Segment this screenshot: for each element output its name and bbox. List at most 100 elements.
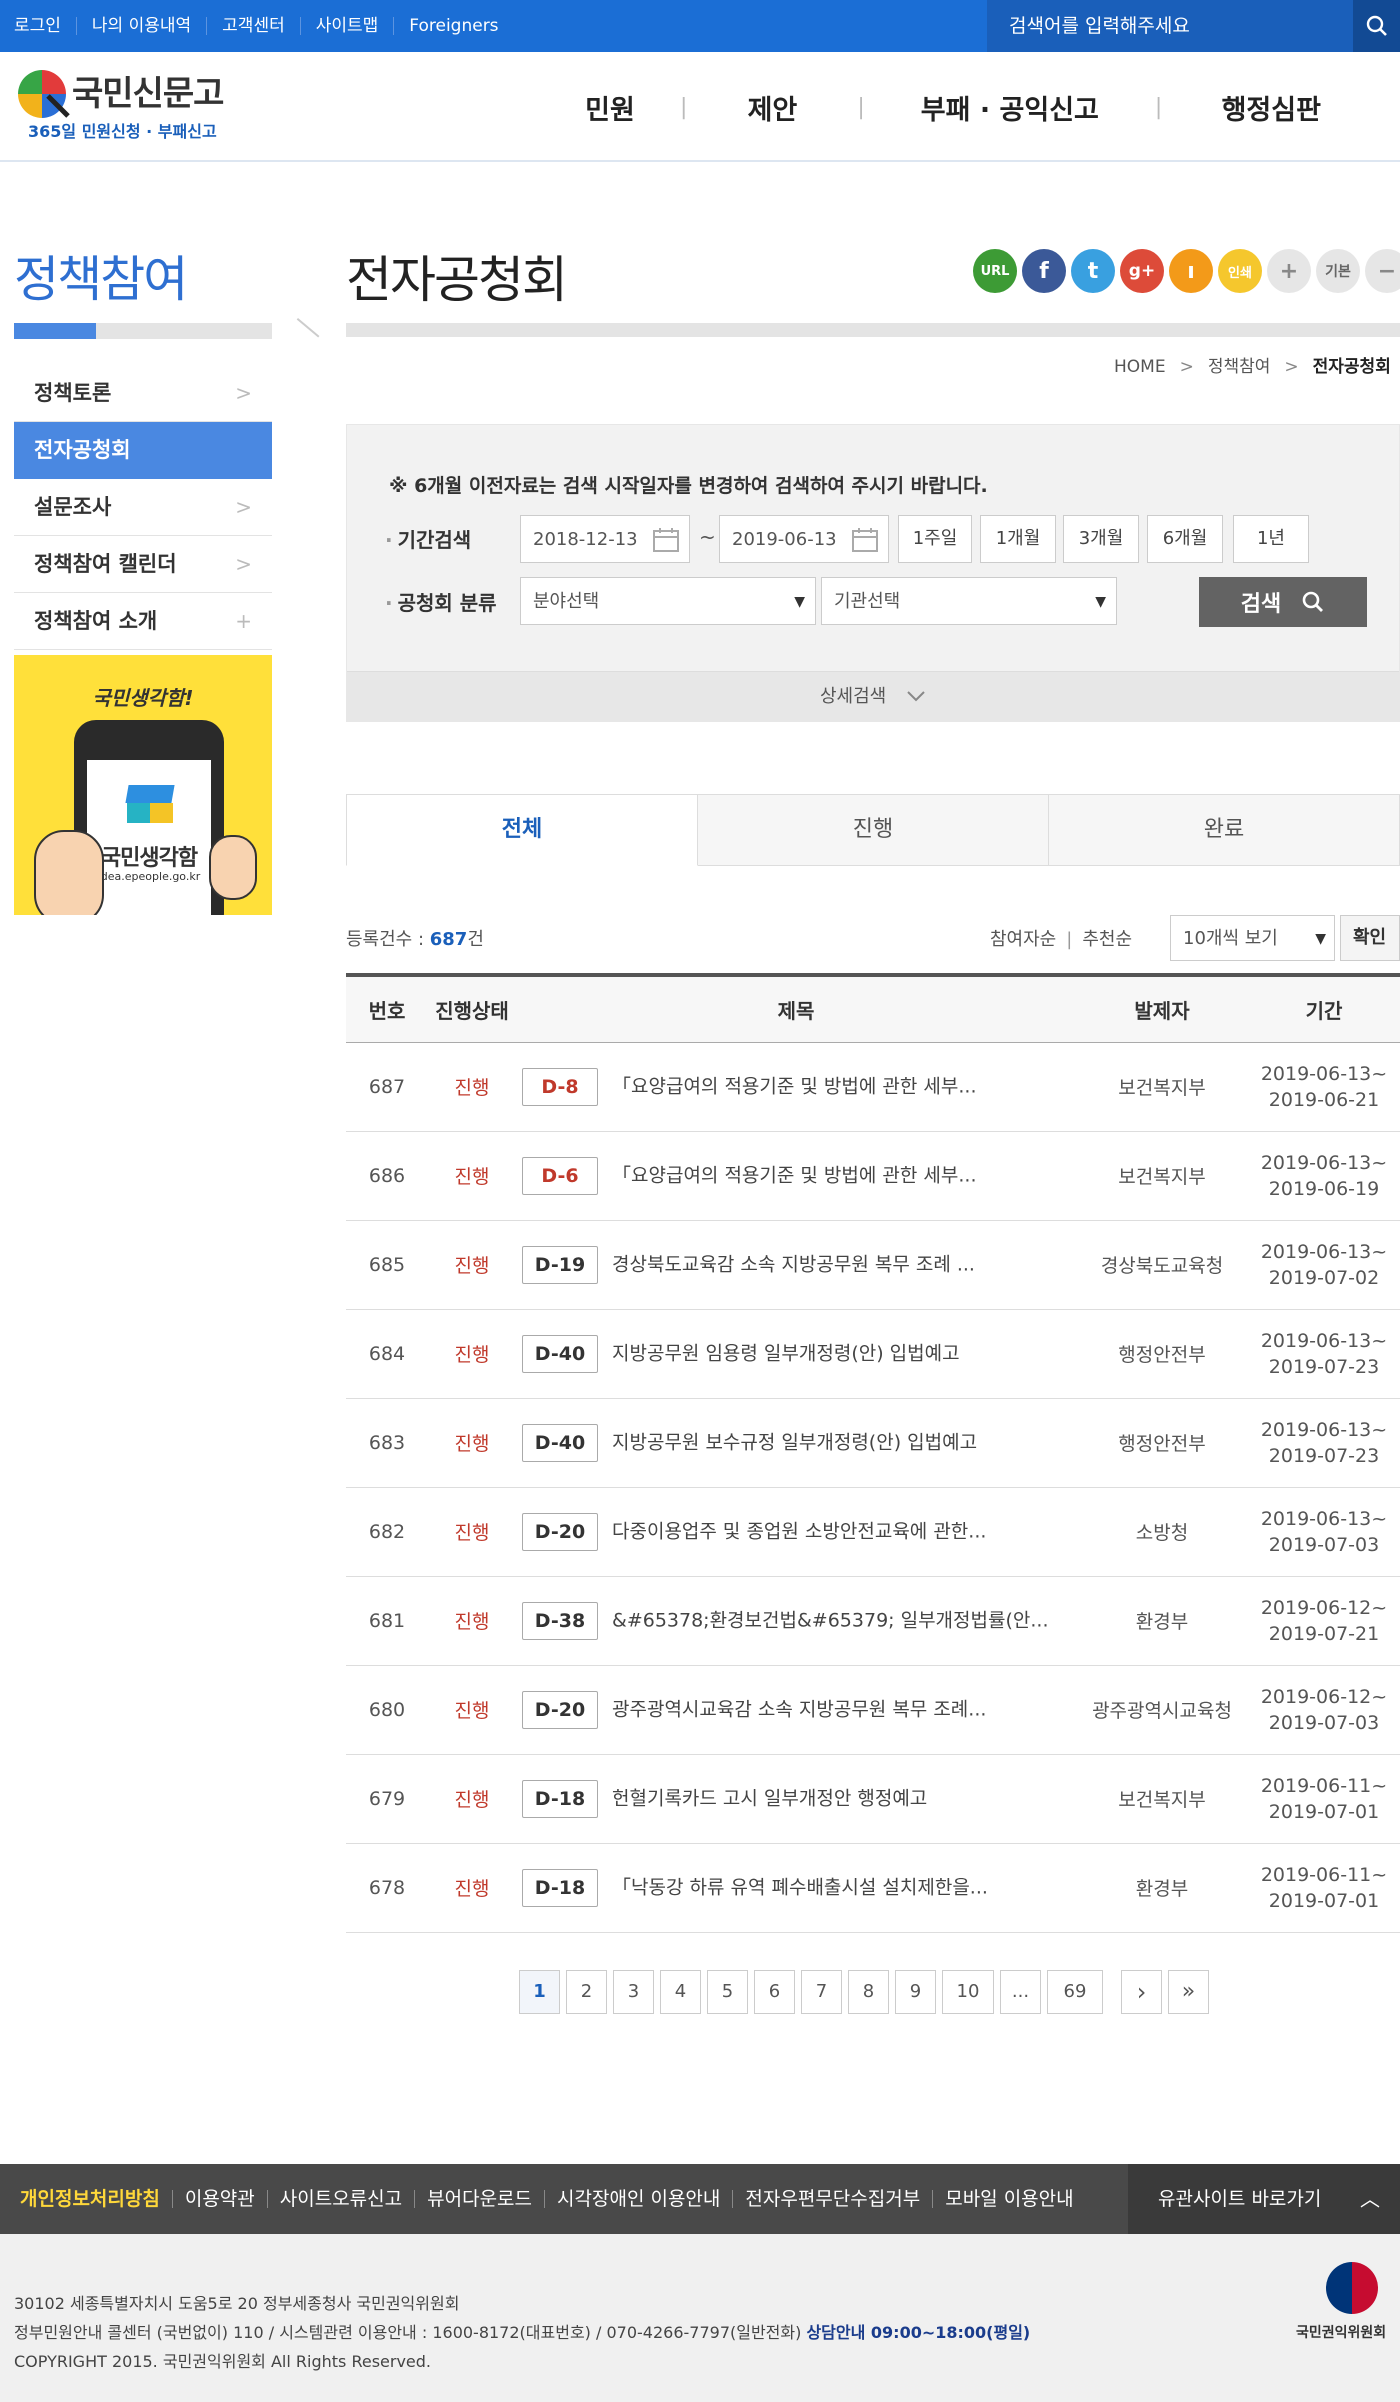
lnb-item-policy-debate[interactable]: 정책토론 > xyxy=(14,365,272,422)
footer-link-viewer[interactable]: 뷰어다운로드 xyxy=(414,2190,544,2209)
row-title-link[interactable]: 「낙동강 하류 유역 폐수배출시설 설치제한을... xyxy=(612,1876,988,1898)
row-title-link[interactable]: 지방공무원 보수규정 일부개정령(안) 입법예고 xyxy=(612,1431,977,1453)
date-to-input[interactable]: 2019-06-13 xyxy=(719,515,889,563)
zoom-in-icon[interactable]: + xyxy=(1267,249,1311,293)
footer-link-error-report[interactable]: 사이트오류신고 xyxy=(266,2190,414,2209)
lnb-item-intro[interactable]: 정책참여 소개 + xyxy=(14,593,272,650)
period-3month-button[interactable]: 3개월 xyxy=(1063,515,1139,563)
row-title-link[interactable]: 헌혈기록카드 고시 일부개정안 행정예고 xyxy=(612,1787,927,1809)
row-title-link[interactable]: 경상북도교육감 소속 지방공무원 복무 조례 ... xyxy=(612,1253,975,1275)
nav-item-civil[interactable]: 민원 xyxy=(540,88,680,127)
breadcrumb-policy[interactable]: 정책참여 xyxy=(1208,357,1271,377)
row-title-link[interactable]: &#65378;환경보건법&#65379; 일부개정법률(안... xyxy=(612,1609,1049,1631)
foreigners-link[interactable]: Foreigners xyxy=(393,17,513,35)
page-link-last[interactable]: 69 xyxy=(1047,1970,1103,2014)
print-icon[interactable]: 인쇄 xyxy=(1218,249,1262,293)
tab-in-progress[interactable]: 진행 xyxy=(698,794,1049,866)
row-title-link[interactable]: 「요양급여의 적용기준 및 방법에 관한 세부... xyxy=(612,1075,976,1097)
tab-all[interactable]: 전체 xyxy=(346,794,698,866)
global-search-input[interactable]: 검색어를 입력해주세요 xyxy=(987,0,1353,52)
footer-link-privacy[interactable]: 개인정보처리방침 xyxy=(20,2190,172,2209)
nav-item-corruption-report[interactable]: 부패 · 공익신고 xyxy=(865,88,1155,127)
last-page-button[interactable]: » xyxy=(1168,1970,1209,2014)
row-title-cell[interactable]: D-8 「요양급여의 적용기준 및 방법에 관한 세부... xyxy=(516,1042,1076,1132)
period-1month-button[interactable]: 1개월 xyxy=(980,515,1056,563)
footer-link-accessibility[interactable]: 시각장애인 이용안내 xyxy=(544,2190,732,2209)
table-row[interactable]: 686 진행 D-6 「요양급여의 적용기준 및 방법에 관한 세부... 보건복지부 2… xyxy=(346,1131,1400,1221)
footer-link-terms[interactable]: 이용약관 xyxy=(171,2190,267,2209)
google-plus-icon[interactable]: g+ xyxy=(1120,249,1164,293)
idea-banner[interactable]: 국민생각함! 국민생각함 idea.epeople.go.kr xyxy=(14,655,272,915)
table-row[interactable]: 679 진행 D-18 헌혈기록카드 고시 일부개정안 행정예고 보건복지부 2019-0… xyxy=(346,1754,1400,1844)
page-link[interactable]: 2 xyxy=(566,1970,607,2014)
table-row[interactable]: 682 진행 D-20 다중이용업주 및 종업원 소방안전교육에 관한... 소방청 20… xyxy=(346,1487,1400,1577)
row-title-cell[interactable]: D-20 다중이용업주 및 종업원 소방안전교육에 관한... xyxy=(516,1487,1076,1577)
date-from-input[interactable]: 2018-12-13 xyxy=(520,515,690,563)
page-size-select[interactable]: 10개씩 보기 ▼ xyxy=(1170,915,1335,961)
page-link[interactable]: 5 xyxy=(707,1970,748,2014)
footer-link-mobile[interactable]: 모바일 이용안내 xyxy=(932,2190,1085,2209)
agency-select[interactable]: 기관선택 ▼ xyxy=(821,577,1117,625)
page-link[interactable]: 3 xyxy=(613,1970,654,2014)
page-link[interactable]: 7 xyxy=(801,1970,842,2014)
period-1year-button[interactable]: 1년 xyxy=(1233,515,1309,563)
site-logo[interactable]: 국민신문고 365일 민원신청 · 부패신고 xyxy=(14,66,244,148)
nav-item-proposal[interactable]: 제안 xyxy=(687,88,857,127)
table-row[interactable]: 685 진행 D-19 경상북도교육감 소속 지방공무원 복무 조례 ... 경상북도교… xyxy=(346,1220,1400,1310)
page-link-current[interactable]: 1 xyxy=(519,1970,560,2014)
twitter-icon[interactable]: t xyxy=(1071,249,1115,293)
next-page-button[interactable]: › xyxy=(1121,1970,1162,2014)
row-title-cell[interactable]: D-38 &#65378;환경보건법&#65379; 일부개정법률(안... xyxy=(516,1576,1076,1666)
lnb-item-calendar[interactable]: 정책참여 캘린더 > xyxy=(14,536,272,593)
row-title-link[interactable]: 다중이용업주 및 종업원 소방안전교육에 관한... xyxy=(612,1520,986,1542)
row-title-cell[interactable]: D-18 「낙동강 하류 유역 폐수배출시설 설치제한을... xyxy=(516,1843,1076,1933)
table-row[interactable]: 683 진행 D-40 지방공무원 보수규정 일부개정령(안) 입법예고 행정안전부 20… xyxy=(346,1398,1400,1488)
tab-completed[interactable]: 완료 xyxy=(1049,794,1400,866)
lnb-item-survey[interactable]: 설문조사 > xyxy=(14,479,272,536)
url-copy-icon[interactable]: URL xyxy=(973,249,1017,293)
page-link[interactable]: 6 xyxy=(754,1970,795,2014)
table-row[interactable]: 684 진행 D-40 지방공무원 임용령 일부개정령(안) 입법예고 행정안전부 201… xyxy=(346,1309,1400,1399)
zoom-reset-icon[interactable]: 기본 xyxy=(1316,249,1360,293)
table-row[interactable]: 678 진행 D-18 「낙동강 하류 유역 폐수배출시설 설치제한을... 환경부 20… xyxy=(346,1843,1400,1933)
nav-item-admin-appeal[interactable]: 행정심판 xyxy=(1162,88,1380,127)
search-button[interactable]: 검색 xyxy=(1199,577,1367,627)
row-title-cell[interactable]: D-6 「요양급여의 적용기준 및 방법에 관한 세부... xyxy=(516,1131,1076,1221)
row-title-cell[interactable]: D-19 경상북도교육감 소속 지방공무원 복무 조례 ... xyxy=(516,1220,1076,1310)
row-title-cell[interactable]: D-20 광주광역시교육감 소속 지방공무원 복무 조례... xyxy=(516,1665,1076,1755)
row-title-cell[interactable]: D-40 지방공무원 임용령 일부개정령(안) 입법예고 xyxy=(516,1309,1076,1399)
global-search-button[interactable] xyxy=(1353,0,1400,52)
table-row[interactable]: 680 진행 D-20 광주광역시교육감 소속 지방공무원 복무 조례... 광주광역시… xyxy=(346,1665,1400,1755)
detail-search-toggle[interactable]: 상세검색 xyxy=(347,671,1399,721)
row-title-link[interactable]: 광주광역시교육감 소속 지방공무원 복무 조례... xyxy=(612,1698,986,1720)
page-size-confirm-button[interactable]: 확인 xyxy=(1340,915,1400,961)
row-title-link[interactable]: 「요양급여의 적용기준 및 방법에 관한 세부... xyxy=(612,1164,976,1186)
row-title-cell[interactable]: D-18 헌혈기록카드 고시 일부개정안 행정예고 xyxy=(516,1754,1076,1844)
kakao-story-icon[interactable]: ı xyxy=(1169,249,1213,293)
page-link[interactable]: 9 xyxy=(895,1970,936,2014)
footer-link-email-refusal[interactable]: 전자우편무단수집거부 xyxy=(732,2190,932,2209)
table-row[interactable]: 681 진행 D-38 &#65378;환경보건법&#65379; 일부개정법률(안.… xyxy=(346,1576,1400,1666)
row-title-link[interactable]: 지방공무원 임용령 일부개정령(안) 입법예고 xyxy=(612,1342,960,1364)
period-6month-button[interactable]: 6개월 xyxy=(1147,515,1223,563)
zoom-out-icon[interactable]: − xyxy=(1365,249,1400,293)
breadcrumb-home[interactable]: HOME xyxy=(1114,357,1166,377)
page-link[interactable]: 10 xyxy=(942,1970,994,2014)
sort-by-participants[interactable]: 참여자순 xyxy=(990,929,1056,950)
login-link[interactable]: 로그인 xyxy=(14,17,76,35)
page-link[interactable]: 4 xyxy=(660,1970,701,2014)
sitemap-link[interactable]: 사이트맵 xyxy=(299,17,394,35)
table-row[interactable]: 687 진행 D-8 「요양급여의 적용기준 및 방법에 관한 세부... 보건복지부 2… xyxy=(346,1042,1400,1132)
sort-by-recommend[interactable]: 추천순 xyxy=(1082,929,1132,950)
family-site-dropdown[interactable]: 유관사이트 바로가기 ︿ xyxy=(1128,2164,1400,2234)
period-1week-button[interactable]: 1주일 xyxy=(898,515,972,563)
facebook-icon[interactable]: f xyxy=(1022,249,1066,293)
field-select[interactable]: 분야선택 ▼ xyxy=(520,577,816,625)
page-link[interactable]: 8 xyxy=(848,1970,889,2014)
lnb-item-e-hearing[interactable]: 전자공청회 xyxy=(14,422,272,479)
customer-center-link[interactable]: 고객센터 xyxy=(206,17,300,35)
my-history-link[interactable]: 나의 이용내역 xyxy=(75,17,206,35)
row-title-cell[interactable]: D-40 지방공무원 보수규정 일부개정령(안) 입법예고 xyxy=(516,1398,1076,1488)
calendar-icon[interactable] xyxy=(852,528,878,552)
calendar-icon[interactable] xyxy=(653,528,679,552)
